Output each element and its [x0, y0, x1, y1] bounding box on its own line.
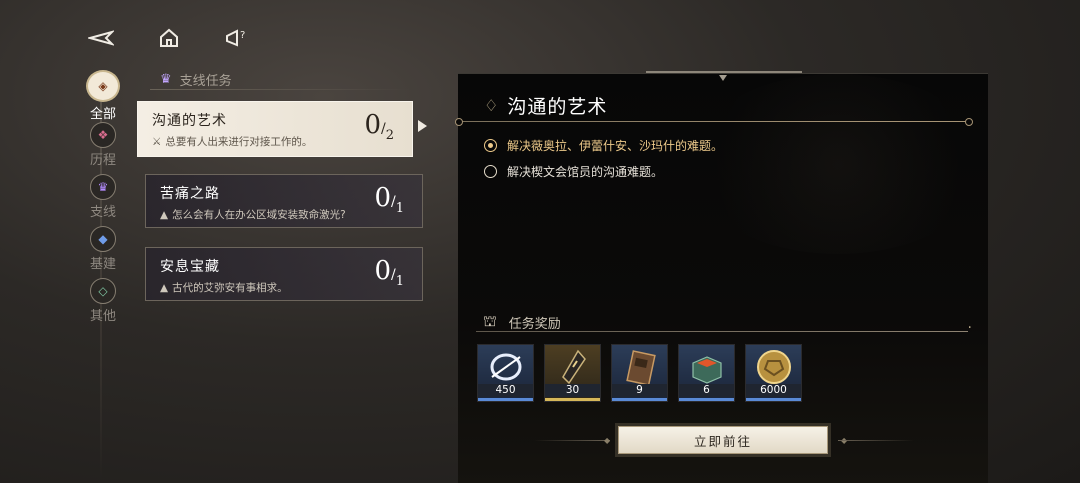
progress-total: 1: [395, 201, 404, 216]
mountain-icon: ▲: [160, 281, 169, 294]
objective-item: 解决薇奥拉、伊蕾什安、沙玛什的难题。: [484, 137, 723, 154]
title-divider: [455, 118, 973, 126]
rarity-bar: [746, 398, 801, 401]
button-ornament-left: [534, 440, 610, 441]
reward-qty: 9: [612, 384, 667, 397]
detail-top-marker-icon: [719, 75, 727, 81]
quest-detail-panel: ♢ 沟通的艺术 解决薇奥拉、伊蕾什安、沙玛什的难题。 解决楔文会馆员的沟通难题。…: [455, 73, 988, 483]
quest-item-art-of-communication[interactable]: 沟通的艺术 ⚔ 总要有人出来进行对接工作的。 0/2: [137, 101, 413, 157]
quest-item-resting-treasure[interactable]: 安息宝藏 ▲ 古代的艾弥安有事相求。 0/1: [145, 247, 423, 301]
quest-description: ▲ 古代的艾弥安有事相求。: [160, 280, 288, 295]
quest-desc-text: 怎么会有人在办公区域安装致命激光?: [172, 209, 346, 221]
ornament-dot-icon: ◆: [604, 436, 611, 445]
all-icon: ◈: [86, 70, 120, 102]
home-icon: [160, 28, 178, 47]
quest-description: ▲ 怎么会有人在办公区域安装致命激光?: [160, 207, 346, 222]
side-quest-icon: ♛: [160, 72, 172, 87]
home-button[interactable]: [152, 22, 186, 54]
quest-desc-text: 总要有人出来进行对接工作的。: [165, 136, 313, 148]
mountain-icon: ▲: [160, 208, 169, 221]
category-other[interactable]: ◇ 其他: [80, 278, 126, 330]
go-now-button[interactable]: 立即前往: [618, 426, 828, 454]
progress-current: 0: [374, 183, 391, 213]
category-journey[interactable]: ❖ 历程: [80, 122, 126, 174]
section-divider: [150, 89, 410, 90]
button-ornament-right: [838, 440, 914, 441]
category-base[interactable]: ◆ 基建: [80, 226, 126, 278]
reward-chest-icon: ⛫: [483, 312, 497, 330]
reward-item[interactable]: 30: [544, 344, 601, 402]
quest-progress: 0/2: [364, 110, 394, 143]
help-button[interactable]: ?: [220, 22, 254, 54]
detail-title-text: 沟通的艺术: [507, 96, 608, 118]
reward-title: 任务奖励: [508, 316, 561, 332]
crossed-swords-icon: ⚔: [152, 135, 162, 148]
reward-qty: 30: [545, 384, 600, 397]
top-nav: ?: [84, 22, 254, 54]
svg-text:?: ?: [240, 30, 245, 41]
progress-current: 0: [364, 110, 381, 140]
rarity-bar: [679, 398, 734, 401]
category-label: 基建: [89, 257, 116, 272]
book-icon: [612, 345, 667, 389]
selection-arrow-icon: [418, 120, 427, 132]
other-icon: ◇: [90, 278, 116, 304]
quest-marker-icon: ♢: [484, 96, 500, 115]
base-icon: ◆: [90, 226, 116, 252]
side-quest-icon: ♛: [90, 174, 116, 200]
reward-qty: 450: [478, 384, 533, 397]
category-all[interactable]: ◈ 全部: [80, 70, 126, 122]
progress-current: 0: [374, 256, 391, 286]
back-arrow-icon: [88, 30, 114, 46]
reward-list: 450 30 9 6 6000: [477, 344, 802, 402]
gold-coin-icon: [746, 345, 801, 389]
progress-total: 2: [385, 128, 394, 143]
section-title: 支线任务: [179, 74, 232, 89]
reward-divider: [476, 320, 972, 336]
quest-progress: 0/1: [374, 183, 404, 216]
quest-item-path-of-pain[interactable]: 苦痛之路 ▲ 怎么会有人在办公区域安装致命激光? 0/1: [145, 174, 423, 228]
category-side[interactable]: ♛ 支线: [80, 174, 126, 226]
quest-progress: 0/1: [374, 256, 404, 289]
reward-item[interactable]: 6: [678, 344, 735, 402]
rarity-bar: [545, 398, 600, 401]
section-header: ♛ 支线任务: [160, 70, 232, 89]
objective-active-icon: [484, 139, 497, 152]
quest-description: ⚔ 总要有人出来进行对接工作的。: [152, 134, 312, 149]
reward-qty: 6000: [746, 384, 801, 397]
reward-item[interactable]: 6000: [745, 344, 802, 402]
detail-title: ♢ 沟通的艺术: [484, 92, 607, 119]
quest-title: 安息宝藏: [160, 259, 220, 275]
category-label: 全部: [89, 107, 116, 122]
crystal-shard-icon: [545, 345, 600, 389]
exp-ring-icon: [478, 345, 533, 389]
quest-desc-text: 古代的艾弥安有事相求。: [172, 282, 288, 294]
objective-text: 解决楔文会馆员的沟通难题。: [507, 165, 664, 179]
category-label: 其他: [89, 309, 116, 324]
objective-text: 解决薇奥拉、伊蕾什安、沙玛什的难题。: [507, 139, 724, 153]
back-button[interactable]: [84, 22, 118, 54]
reward-item[interactable]: 9: [611, 344, 668, 402]
rarity-bar: [478, 398, 533, 401]
category-label: 支线: [89, 205, 116, 220]
category-list: ◈ 全部 ❖ 历程 ♛ 支线 ◆ 基建 ◇ 其他: [80, 70, 126, 330]
panel-ornament: [688, 74, 988, 254]
reward-item[interactable]: 450: [477, 344, 534, 402]
help-icon: ?: [226, 29, 245, 47]
quest-title: 苦痛之路: [160, 186, 220, 202]
progress-total: 1: [395, 274, 404, 289]
reward-qty: 6: [679, 384, 734, 397]
objective-item: 解决楔文会馆员的沟通难题。: [484, 163, 663, 180]
quest-title: 沟通的艺术: [152, 113, 227, 129]
reward-header: ⛫ 任务奖励: [483, 312, 561, 332]
ore-box-icon: [679, 345, 734, 389]
rarity-bar: [612, 398, 667, 401]
journey-icon: ❖: [90, 122, 116, 148]
objective-pending-icon: [484, 165, 497, 178]
category-label: 历程: [89, 153, 116, 168]
